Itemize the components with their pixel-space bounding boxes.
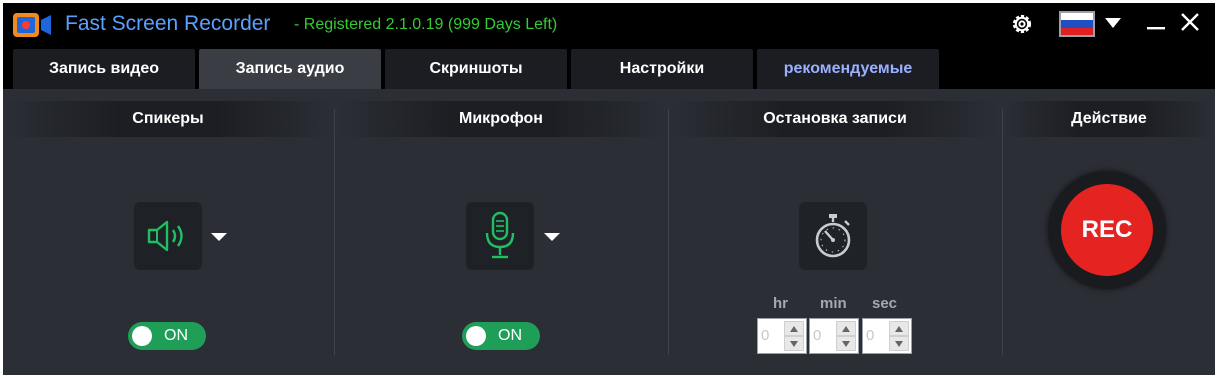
minutes-spinner[interactable]: 0: [809, 318, 859, 354]
tab-audio-recording[interactable]: Запись аудио: [199, 49, 381, 89]
flag-stripe-white: [1061, 13, 1093, 21]
hours-label: hr: [773, 295, 788, 312]
app-logo-icon: [13, 13, 51, 37]
toggle-knob: [466, 326, 486, 346]
speakers-section: Спикеры ON: [3, 89, 333, 375]
minutes-up-arrow-icon[interactable]: [836, 321, 856, 336]
record-button[interactable]: REC: [1061, 184, 1153, 276]
flag-stripe-blue: [1061, 20, 1093, 28]
speakers-dropdown-icon[interactable]: [211, 232, 227, 242]
microphone-device-button[interactable]: [466, 202, 534, 270]
seconds-value: 0: [866, 327, 875, 344]
seconds-up-arrow-icon[interactable]: [889, 321, 909, 336]
tab-screenshots[interactable]: Скриншоты: [385, 49, 567, 89]
language-flag-icon[interactable]: [1059, 11, 1095, 37]
tab-featured[interactable]: рекомендуемые: [757, 49, 939, 89]
close-icon[interactable]: [1177, 9, 1203, 37]
action-title: Действие: [1003, 101, 1215, 137]
hours-spinner-buttons: [784, 321, 804, 351]
speakers-toggle[interactable]: ON: [128, 322, 206, 350]
minutes-value: 0: [813, 327, 822, 344]
registration-status: - Registered 2.1.0.19 (999 Days Left): [294, 16, 558, 33]
stop-recording-section: Остановка записи hr min sec 0 0 0: [669, 89, 1001, 375]
seconds-down-arrow-icon[interactable]: [889, 336, 909, 351]
speakers-toggle-label: ON: [164, 327, 188, 344]
flag-stripe-red: [1061, 27, 1093, 35]
microphone-title: Микрофон: [335, 101, 667, 137]
tab-settings[interactable]: Настройки: [571, 49, 753, 89]
stopwatch-icon: [815, 214, 851, 258]
seconds-label: sec: [872, 295, 898, 312]
hours-down-arrow-icon[interactable]: [784, 336, 804, 351]
tab-video-recording[interactable]: Запись видео: [13, 49, 195, 89]
minutes-spinner-buttons: [836, 321, 856, 351]
microphone-toggle-label: ON: [498, 327, 522, 344]
seconds-spinner-buttons: [889, 321, 909, 351]
microphone-icon: [485, 211, 515, 259]
speakers-title: Спикеры: [3, 101, 333, 137]
audio-recording-panel: Спикеры ON Микрофон ON Остановка записи …: [3, 89, 1215, 375]
hours-value: 0: [761, 327, 770, 344]
hours-up-arrow-icon[interactable]: [784, 321, 804, 336]
seconds-spinner[interactable]: 0: [862, 318, 912, 354]
minimize-icon[interactable]: [1143, 11, 1169, 37]
app-window: Fast Screen Recorder - Registered 2.1.0.…: [3, 3, 1215, 375]
stop-recording-title: Остановка записи: [669, 101, 1001, 137]
speaker-icon: [147, 220, 183, 252]
gear-icon[interactable]: [1009, 11, 1035, 37]
hours-spinner[interactable]: 0: [757, 318, 807, 354]
stop-timer-button[interactable]: [799, 202, 867, 270]
minutes-down-arrow-icon[interactable]: [836, 336, 856, 351]
title-bar: Fast Screen Recorder - Registered 2.1.0.…: [3, 3, 1215, 47]
chevron-down-icon[interactable]: [1105, 17, 1121, 29]
microphone-section: Микрофон ON: [335, 89, 667, 375]
toggle-knob: [132, 326, 152, 346]
microphone-dropdown-icon[interactable]: [544, 232, 560, 242]
microphone-toggle[interactable]: ON: [462, 322, 540, 350]
rec-button-ring: REC: [1048, 171, 1166, 289]
tab-bar: Запись видео Запись аудио Скриншоты Наст…: [3, 47, 1215, 89]
app-title: Fast Screen Recorder: [65, 12, 271, 35]
minutes-label: min: [820, 295, 847, 312]
speakers-device-button[interactable]: [134, 202, 202, 270]
